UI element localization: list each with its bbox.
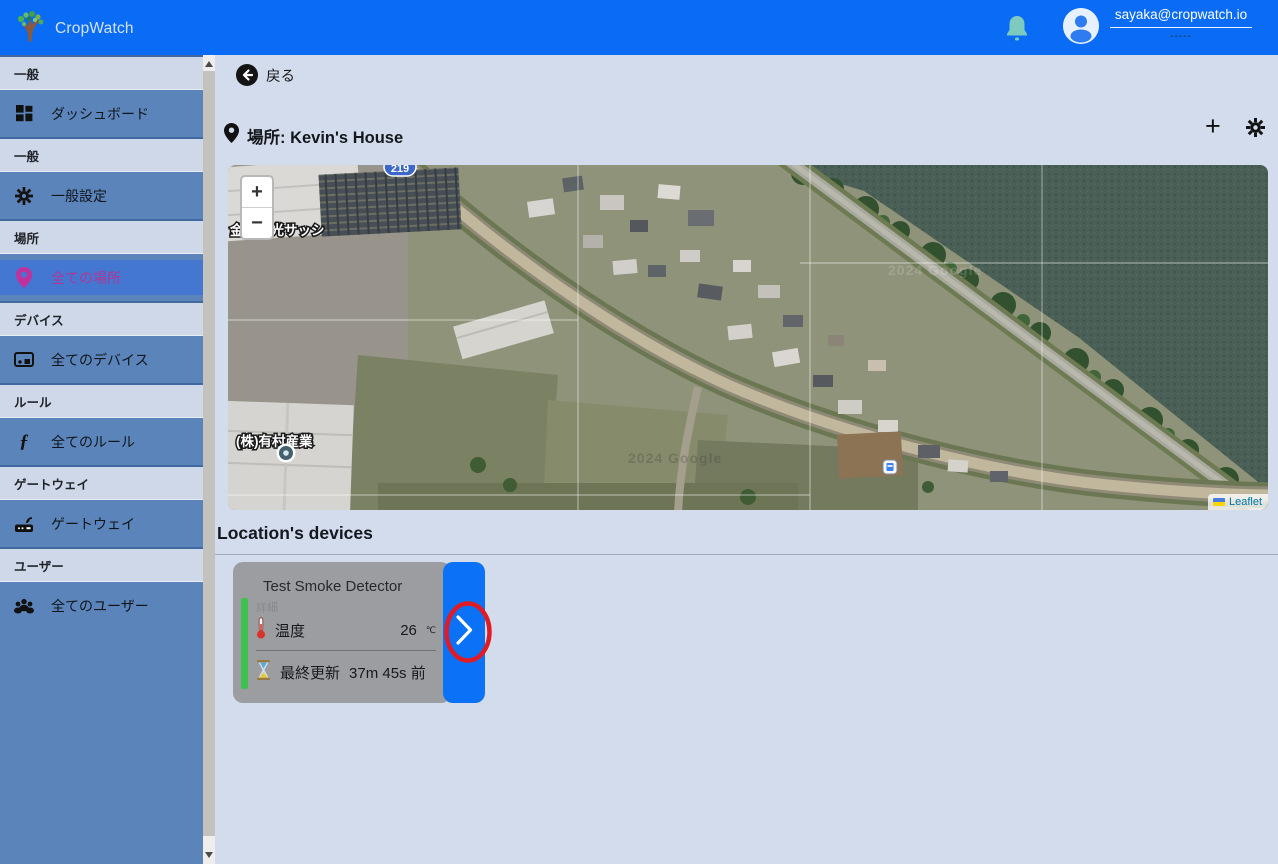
cropwatch-logo-icon <box>14 10 46 47</box>
device-status-bar <box>241 598 248 689</box>
sidebar-section-general-1: 一般 <box>0 55 203 90</box>
page-title: 場所: Kevin's House <box>247 124 403 148</box>
add-location-button[interactable]: + <box>1205 113 1221 140</box>
account-menu[interactable]: sayaka@cropwatch.io ----- <box>1110 7 1252 42</box>
map-pin-icon <box>224 123 239 148</box>
sidebar-item-general-settings[interactable]: 一般設定 <box>0 172 203 219</box>
map-poi-marker[interactable] <box>277 444 296 463</box>
avatar[interactable] <box>1063 8 1099 44</box>
sidebar-item-all-devices[interactable]: 全てのデバイス <box>0 336 203 383</box>
sidebar-scrollbar[interactable] <box>203 55 215 864</box>
sidebar-section-users: ユーザー <box>0 547 203 582</box>
map-label-factory-south: (株)有村産業 <box>236 433 313 449</box>
scrollbar-thumb[interactable] <box>203 71 215 836</box>
devices-divider <box>215 554 1278 555</box>
scroll-up-arrow-icon[interactable] <box>205 61 213 67</box>
svg-text:219: 219 <box>391 165 409 175</box>
satellite-map-image: 2024 Google 2024 Google 219 金立精光サッシ (株)有… <box>228 165 1268 510</box>
location-settings-gear-icon[interactable] <box>1246 118 1265 142</box>
back-button[interactable]: 戻る <box>236 64 295 86</box>
sidebar-item-all-locations[interactable]: 全ての場所 <box>0 254 203 301</box>
route-219-badge: 219 <box>384 165 416 176</box>
chevron-right-icon <box>454 614 474 651</box>
location-pin-icon <box>14 268 34 288</box>
devices-icon <box>14 350 34 370</box>
map-watermark: 2024 Google <box>628 450 722 466</box>
notification-bell-icon[interactable] <box>1004 14 1030 42</box>
zoom-out-button[interactable]: − <box>242 208 272 238</box>
map-watermark-2: 2024 Google <box>888 262 982 278</box>
device-open-button[interactable] <box>443 562 485 703</box>
sidebar-item-all-rules[interactable]: ƒ 全てのルール <box>0 418 203 465</box>
sidebar-section-gateways: ゲートウェイ <box>0 465 203 500</box>
sidebar-section-devices: デバイス <box>0 301 203 336</box>
sidebar-section-locations: 場所 <box>0 219 203 254</box>
sidebar-item-gateway[interactable]: ゲートウェイ <box>0 500 203 547</box>
zoom-in-button[interactable]: + <box>242 177 272 207</box>
main-content: 戻る 場所: Kevin's House + <box>215 55 1278 864</box>
user-subtitle: ----- <box>1110 31 1252 42</box>
sidebar: 一般 ダッシュボード 一般 一般設定 場所 <box>0 55 203 864</box>
satellite-map[interactable]: 2024 Google 2024 Google 219 金立精光サッシ (株)有… <box>228 165 1268 510</box>
sidebar-section-rules: ルール <box>0 383 203 418</box>
location-title-row: 場所: Kevin's House <box>224 123 403 148</box>
device-card: Test Smoke Detector 詳細 温度 26℃ <box>233 562 485 703</box>
map-attribution: Leaflet <box>1208 494 1268 510</box>
device-temperature-row: 温度 26℃ <box>256 617 436 644</box>
scroll-down-arrow-icon[interactable] <box>205 852 213 858</box>
sidebar-section-general-2: 一般 <box>0 137 203 172</box>
gear-icon <box>14 186 34 206</box>
sidebar-item-dashboard[interactable]: ダッシュボード <box>0 90 203 137</box>
hourglass-icon <box>256 660 271 685</box>
device-details-label: 詳細 <box>256 599 278 615</box>
dashboard-icon <box>14 104 34 124</box>
back-arrow-icon <box>236 64 258 86</box>
device-last-update-row: 最終更新 37m 45s 前 <box>256 660 436 685</box>
map-zoom-control: + − <box>240 175 274 240</box>
users-icon <box>14 596 34 616</box>
thermometer-icon <box>256 617 266 644</box>
ukraine-flag-icon <box>1213 498 1225 506</box>
bus-stop-icon <box>883 460 897 474</box>
device-title: Test Smoke Detector <box>263 578 402 595</box>
sidebar-item-all-users[interactable]: 全てのユーザー <box>0 582 203 629</box>
row-divider <box>256 650 436 651</box>
app-brand: CropWatch <box>14 10 134 47</box>
leaflet-link[interactable]: Leaflet <box>1229 496 1262 508</box>
devices-heading: Location's devices <box>217 523 373 544</box>
user-email: sayaka@cropwatch.io <box>1110 7 1252 28</box>
top-bar: CropWatch sayaka@cropwatch.io ----- <box>0 0 1278 55</box>
function-icon: ƒ <box>14 432 34 452</box>
gateway-icon <box>14 514 34 534</box>
device-card-body: Test Smoke Detector 詳細 温度 26℃ <box>233 562 451 703</box>
app-title: CropWatch <box>55 20 134 38</box>
